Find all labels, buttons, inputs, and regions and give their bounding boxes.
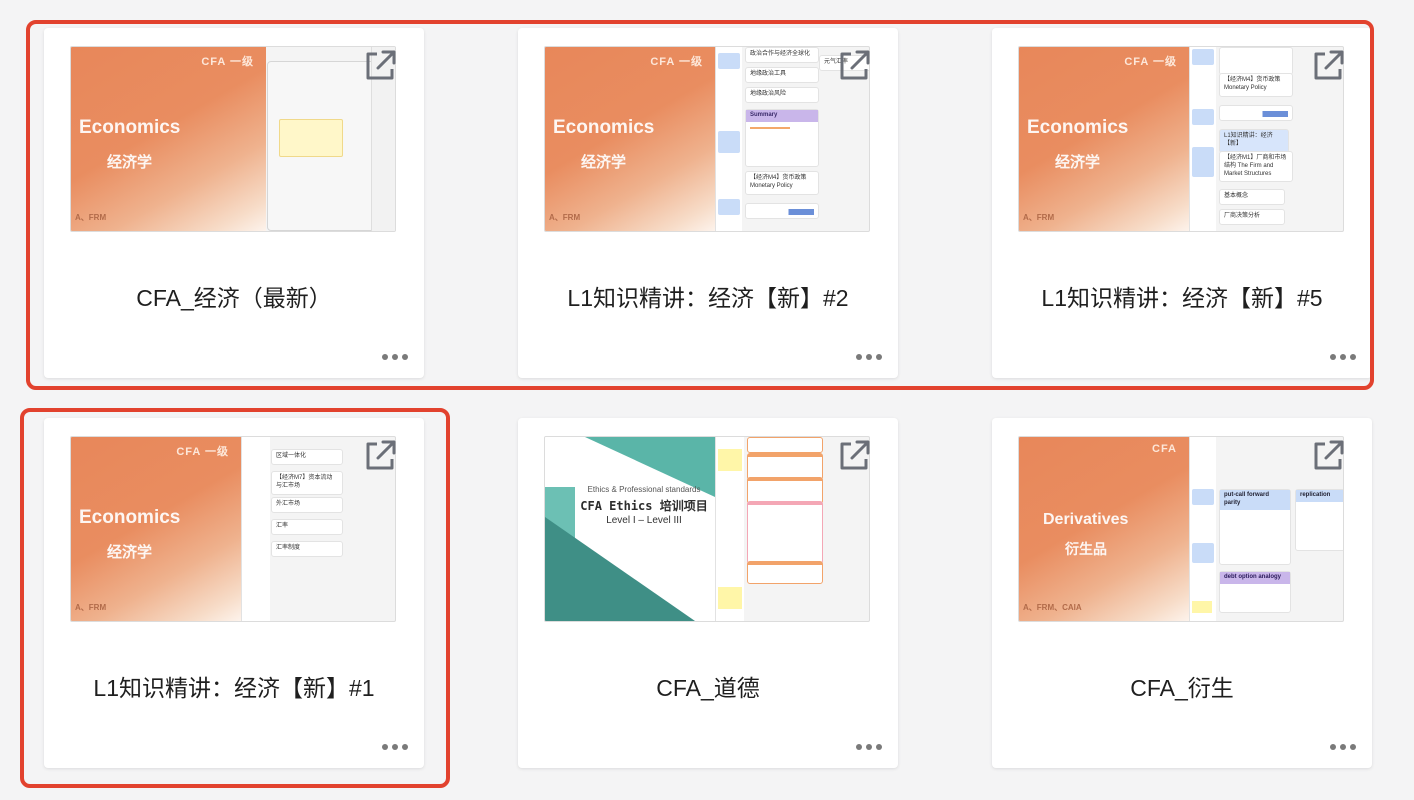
slide-tag: CFA 一级 xyxy=(201,56,254,68)
slide-level: Level I – Level III xyxy=(606,515,682,526)
card-thumbnail: Ethics & Professional standards CFA Ethi… xyxy=(544,436,870,622)
slide-footer: A、FRM xyxy=(549,213,581,222)
mindmap-node: 外汇市场 xyxy=(271,497,343,513)
open-external-icon[interactable] xyxy=(362,48,398,84)
summary-node: Summary xyxy=(745,109,819,167)
more-dots-icon[interactable] xyxy=(1328,742,1356,752)
slide-title-en: Derivatives xyxy=(1043,511,1129,528)
slide-title-en: Economics xyxy=(1027,117,1129,138)
slide-title-en: Economics xyxy=(79,117,181,138)
file-card[interactable]: CFA 一级 Economics 经济学 A、FRM 【经济M4】货币政策 Mo… xyxy=(992,28,1372,378)
mindmap-node: 厂商决策分析 xyxy=(1219,209,1285,225)
open-external-icon[interactable] xyxy=(1310,438,1346,474)
card-thumbnail: CFA Derivatives 衍生品 A、FRM、CAIA put-call … xyxy=(1018,436,1344,622)
mindmap-node: L1知识精讲：经济【新】 xyxy=(1219,129,1289,153)
mindmap-node: 区域一体化 xyxy=(271,449,343,465)
file-card[interactable]: CFA 一级 Economics 经济学 A、FRM CFA_经济（最新） xyxy=(44,28,424,378)
card-title[interactable]: L1知识精讲：经济【新】#1 xyxy=(44,669,424,703)
slide-footer: A、FRM xyxy=(1023,213,1055,222)
mindmap-node: 政治合作与经济全球化 xyxy=(745,47,819,63)
more-dots-icon[interactable] xyxy=(1328,352,1356,362)
slide-title-cn: 经济学 xyxy=(581,154,627,171)
card-thumbnail: CFA 一级 Economics 经济学 A、FRM 【经济M4】货币政策 Mo… xyxy=(1018,46,1344,232)
open-external-icon[interactable] xyxy=(1310,48,1346,84)
card-thumbnail: CFA 一级 Economics 经济学 A、FRM 区域一体化 【经济M7】资… xyxy=(70,436,396,622)
cover-slide: Ethics & Professional standards CFA Ethi… xyxy=(545,437,715,621)
slide-tag: CFA 一级 xyxy=(176,446,229,458)
mindmap-node: 【经济M4】货币政策 Monetary Policy xyxy=(1219,73,1293,97)
open-external-icon[interactable] xyxy=(836,438,872,474)
mindmap-node: 地缘政治工具 xyxy=(745,67,819,83)
mindmap-node: 【经济M4】货币政策 Monetary Policy xyxy=(745,171,819,195)
more-dots-icon[interactable] xyxy=(380,352,408,362)
slide-subtitle: Ethics & Professional standards xyxy=(587,485,701,494)
slide-tag: CFA 一级 xyxy=(650,56,703,68)
cover-slide: CFA 一级 Economics 经济学 A、FRM xyxy=(71,47,266,231)
slide-footer: A、FRM xyxy=(75,603,107,612)
file-card[interactable]: CFA Derivatives 衍生品 A、FRM、CAIA put-call … xyxy=(992,418,1372,768)
cover-slide: CFA 一级 Economics 经济学 A、FRM xyxy=(1019,47,1189,231)
slide-title-cn: 经济学 xyxy=(1055,154,1101,171)
slide-footer: A、FRM、CAIA xyxy=(1023,603,1082,612)
more-dots-icon[interactable] xyxy=(380,742,408,752)
slide-tag: CFA xyxy=(1152,443,1177,455)
file-card[interactable]: Ethics & Professional standards CFA Ethi… xyxy=(518,418,898,768)
more-dots-icon[interactable] xyxy=(854,352,882,362)
mindmap-node: 汇率制度 xyxy=(271,541,343,557)
mindmap-node: 汇率 xyxy=(271,519,343,535)
mindmap-node: put-call forward parity xyxy=(1219,489,1291,565)
slide-tag: CFA 一级 xyxy=(1124,56,1177,68)
slide-title: CFA Ethics 培训项目 xyxy=(580,499,708,513)
card-title[interactable]: L1知识精讲：经济【新】#5 xyxy=(992,279,1372,313)
note-node xyxy=(279,119,343,157)
mindmap-node: 【经济M7】资本流动与汇市场 xyxy=(271,471,343,495)
slide-title-cn: 经济学 xyxy=(107,154,153,171)
card-title[interactable]: CFA_经济（最新） xyxy=(44,279,424,313)
card-title[interactable]: L1知识精讲：经济【新】#2 xyxy=(518,279,898,313)
card-thumbnail: CFA 一级 Economics 经济学 A、FRM xyxy=(70,46,396,232)
card-title[interactable]: CFA_衍生 xyxy=(992,669,1372,703)
mindmap-node: 基本概念 xyxy=(1219,189,1285,205)
mindmap-node: debt option analogy xyxy=(1219,571,1291,613)
slide-footer: A、FRM xyxy=(75,213,107,222)
cover-slide: CFA Derivatives 衍生品 A、FRM、CAIA xyxy=(1019,437,1189,621)
more-dots-icon[interactable] xyxy=(854,742,882,752)
mindmap-node: replication xyxy=(1295,489,1343,551)
card-thumbnail: CFA 一级 Economics 经济学 A、FRM 政治合作与经济全球化 地缘… xyxy=(544,46,870,232)
mindmap-node: 【经济M1】厂商和市场结构 The Firm and Market Struct… xyxy=(1219,151,1293,183)
open-external-icon[interactable] xyxy=(836,48,872,84)
cover-slide: CFA 一级 Economics 经济学 A、FRM xyxy=(545,47,715,231)
slide-title-cn: 衍生品 xyxy=(1065,541,1107,557)
open-external-icon[interactable] xyxy=(362,438,398,474)
file-card[interactable]: CFA 一级 Economics 经济学 A、FRM 区域一体化 【经济M7】资… xyxy=(44,418,424,768)
mindmap-node: 地缘政治风险 xyxy=(745,87,819,103)
card-title[interactable]: CFA_道德 xyxy=(518,669,898,703)
slide-title-en: Economics xyxy=(553,117,655,138)
file-card[interactable]: CFA 一级 Economics 经济学 A、FRM 政治合作与经济全球化 地缘… xyxy=(518,28,898,378)
cover-slide: CFA 一级 Economics 经济学 A、FRM xyxy=(71,437,241,621)
slide-title-cn: 经济学 xyxy=(107,544,153,561)
slide-title-en: Economics xyxy=(79,507,181,528)
